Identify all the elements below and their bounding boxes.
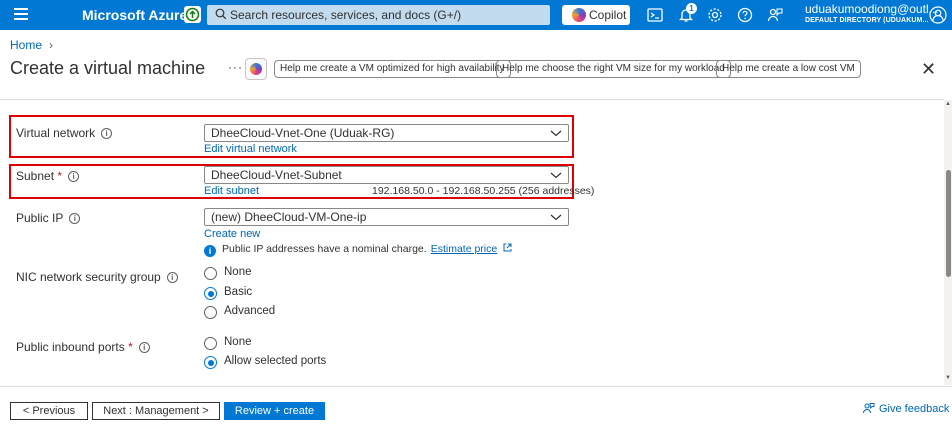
hamburger-menu-icon[interactable] <box>14 8 28 20</box>
help-icon[interactable] <box>736 6 754 24</box>
copilot-suggestions-icon[interactable] <box>245 58 267 80</box>
suggestion-high-availability[interactable]: Help me create a VM optimized for high a… <box>274 60 511 78</box>
info-icon[interactable]: i <box>69 213 81 224</box>
copilot-icon <box>572 8 586 22</box>
virtual-network-select[interactable]: DheeCloud-Vnet-One (Uduak-RG) <box>204 124 569 142</box>
scroll-up-arrow-icon[interactable]: ▲ <box>945 101 951 107</box>
subnet-label: Subnet * i <box>16 169 80 183</box>
breadcrumb: Home › <box>10 38 53 52</box>
subnet-address-range: 192.168.50.0 - 192.168.50.255 (256 addre… <box>372 185 595 197</box>
scrollbar-thumb[interactable] <box>946 170 951 277</box>
nic-nsg-label: NIC network security group i <box>16 270 178 284</box>
upgrade-icon[interactable] <box>184 6 201 23</box>
header-divider <box>0 99 944 100</box>
account-email: uduakumoodiong@outl... <box>805 2 939 16</box>
radio-button[interactable] <box>204 337 217 350</box>
radio-button-selected[interactable] <box>204 287 217 300</box>
virtual-network-value: DheeCloud-Vnet-One (Uduak-RG) <box>211 126 395 140</box>
public-inbound-ports-label: Public inbound ports * i <box>16 340 150 354</box>
virtual-network-label: Virtual network i <box>16 126 113 140</box>
radio-button[interactable] <box>204 306 217 319</box>
notification-count-badge: 1 <box>686 3 697 14</box>
more-actions-icon[interactable]: ··· <box>228 60 243 74</box>
scroll-down-arrow-icon[interactable]: ▼ <box>945 375 951 381</box>
feedback-person-icon[interactable] <box>766 6 784 24</box>
chevron-down-icon <box>550 172 562 179</box>
cloud-shell-icon[interactable] <box>646 6 664 24</box>
radio-button[interactable] <box>204 267 217 280</box>
review-create-button[interactable]: Review + create <box>224 402 325 420</box>
subnet-value: DheeCloud-Vnet-Subnet <box>211 168 342 182</box>
external-link-icon <box>503 243 512 252</box>
edit-subnet-link[interactable]: Edit subnet <box>204 185 259 197</box>
search-placeholder: Search resources, services, and docs (G+… <box>230 8 462 22</box>
create-new-public-ip-link[interactable]: Create new <box>204 228 260 240</box>
public-ip-label: Public IP i <box>16 211 81 225</box>
chevron-down-icon <box>550 130 562 137</box>
info-icon[interactable]: i <box>138 342 150 353</box>
next-management-button[interactable]: Next : Management > <box>92 402 220 420</box>
chevron-down-icon <box>550 214 562 221</box>
footer-divider <box>0 386 952 387</box>
top-bar: Microsoft Azure Search resources, servic… <box>0 0 952 30</box>
copilot-label: Copilot <box>589 8 627 22</box>
suggestion-low-cost[interactable]: Help me create a low cost VM <box>716 60 861 78</box>
feedback-person-icon <box>863 403 875 414</box>
info-icon[interactable]: i <box>68 171 80 182</box>
global-search-input[interactable]: Search resources, services, and docs (G+… <box>207 5 550 25</box>
page-title: Create a virtual machine <box>10 58 206 78</box>
suggestion-vm-size[interactable]: Help me choose the right VM size for my … <box>496 60 731 78</box>
account-directory: DEFAULT DIRECTORY (UDUAKUM... <box>805 17 929 24</box>
breadcrumb-chevron-icon: › <box>49 38 54 52</box>
public-ip-value: (new) DheeCloud-VM-One-ip <box>211 210 367 224</box>
settings-gear-icon[interactable] <box>706 6 724 24</box>
info-filled-icon: i <box>204 245 216 257</box>
account-info[interactable]: uduakumoodiong@outl... DEFAULT DIRECTORY… <box>805 3 939 26</box>
search-icon <box>215 8 227 20</box>
give-feedback-link[interactable]: Give feedback <box>862 402 949 415</box>
brand-title[interactable]: Microsoft Azure <box>82 7 187 23</box>
public-ip-select[interactable]: (new) DheeCloud-VM-One-ip <box>204 208 569 226</box>
subnet-select[interactable]: DheeCloud-Vnet-Subnet <box>204 166 569 184</box>
close-icon[interactable]: ✕ <box>921 59 936 80</box>
info-icon[interactable]: i <box>101 128 113 139</box>
estimate-price-link[interactable]: Estimate price <box>431 243 498 255</box>
edit-virtual-network-link[interactable]: Edit virtual network <box>204 143 297 155</box>
copilot-button[interactable]: Copilot <box>562 5 630 25</box>
breadcrumb-home-link[interactable]: Home <box>10 38 42 52</box>
avatar-icon[interactable] <box>929 6 947 24</box>
public-ip-charge-note: i Public IP addresses have a nominal char… <box>204 243 512 257</box>
info-icon[interactable]: i <box>166 272 178 283</box>
previous-button[interactable]: < Previous <box>10 402 88 420</box>
radio-button-selected[interactable] <box>204 356 217 369</box>
